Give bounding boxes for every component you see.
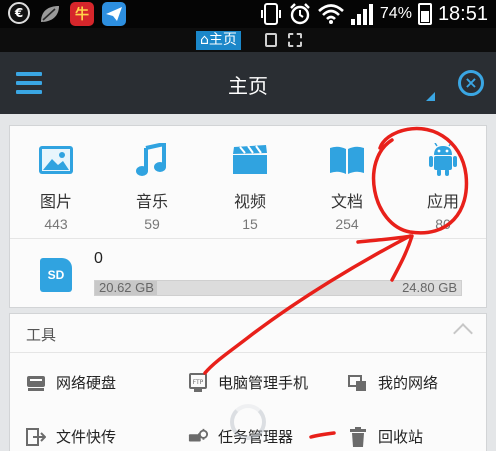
tool-cloud-drive[interactable]: 网络硬盘 bbox=[26, 372, 116, 393]
loading-spinner-icon bbox=[230, 404, 266, 440]
document-icon bbox=[327, 142, 367, 178]
ftp-icon: FTP bbox=[188, 372, 208, 393]
tab-window-icon[interactable] bbox=[288, 33, 302, 47]
chevron-up-icon[interactable] bbox=[453, 323, 473, 343]
category-images[interactable]: 图片 443 bbox=[21, 142, 91, 232]
bull-app-icon: 牛 bbox=[70, 2, 94, 26]
window-tab-strip: ⌂主页 bbox=[0, 28, 496, 52]
category-apps[interactable]: 应用 80 bbox=[408, 142, 478, 232]
tool-my-network[interactable]: 我的网络 bbox=[348, 372, 438, 393]
tools-title: 工具 bbox=[26, 326, 57, 344]
divider bbox=[10, 352, 486, 353]
sd-card-icon: SD bbox=[40, 258, 72, 292]
category-label: 图片 bbox=[39, 192, 72, 211]
library-card: 图片 443 音乐 59 视频 15 文档 254 应用 80 SD 0 20.… bbox=[9, 125, 487, 308]
category-count: 254 bbox=[335, 216, 359, 232]
tool-label: 文件快传 bbox=[56, 428, 117, 446]
page-title: 主页 bbox=[228, 74, 268, 98]
trash-icon bbox=[348, 426, 368, 447]
tool-label: 网络硬盘 bbox=[56, 374, 117, 392]
storage-count: 0 bbox=[94, 250, 103, 267]
category-label: 文档 bbox=[330, 192, 363, 211]
notification-icons: € 牛 bbox=[8, 2, 126, 26]
shield-app-icon: € bbox=[8, 2, 30, 24]
leaf-app-icon bbox=[38, 2, 62, 26]
tool-file-transfer[interactable]: 文件快传 bbox=[26, 426, 116, 447]
vibrate-icon bbox=[260, 3, 281, 25]
storage-total: 24.80 GB bbox=[402, 280, 457, 295]
signal-icon bbox=[350, 4, 373, 25]
category-count: 443 bbox=[44, 216, 68, 232]
category-count: 59 bbox=[144, 216, 160, 232]
task-manager-icon bbox=[188, 427, 208, 447]
tool-recycle-bin[interactable]: 回收站 bbox=[348, 426, 423, 447]
category-label: 音乐 bbox=[135, 192, 168, 211]
paper-plane-app-icon bbox=[102, 2, 126, 26]
wifi-icon bbox=[318, 4, 344, 24]
android-icon bbox=[423, 142, 463, 178]
category-label: 视频 bbox=[233, 192, 266, 211]
battery-percent: 74% bbox=[379, 5, 412, 22]
svg-text:FTP: FTP bbox=[193, 379, 204, 386]
category-documents[interactable]: 文档 254 bbox=[312, 142, 382, 232]
system-status: 74% 18:51 bbox=[260, 0, 488, 28]
cloud-drive-icon bbox=[26, 373, 46, 393]
status-bar: € 牛 74% 18:51 bbox=[0, 0, 496, 28]
image-icon bbox=[36, 142, 76, 178]
transfer-icon bbox=[26, 427, 46, 447]
close-icon[interactable]: × bbox=[458, 70, 484, 96]
clock: 18:51 bbox=[437, 2, 488, 25]
music-icon bbox=[132, 142, 172, 178]
battery-icon bbox=[417, 3, 432, 25]
video-icon bbox=[230, 142, 270, 178]
category-music[interactable]: 音乐 59 bbox=[117, 142, 187, 232]
category-count: 80 bbox=[435, 216, 451, 232]
divider bbox=[10, 238, 486, 239]
tool-pc-manage-phone[interactable]: FTP 电脑管理手机 bbox=[188, 372, 308, 393]
alarm-icon bbox=[290, 3, 310, 25]
tab-phone-icon[interactable] bbox=[265, 33, 277, 47]
app-bar: 主页 × bbox=[0, 52, 496, 114]
tab-home[interactable]: ⌂主页 bbox=[196, 31, 241, 50]
category-video[interactable]: 视频 15 bbox=[215, 142, 285, 232]
tool-label: 电脑管理手机 bbox=[218, 374, 309, 392]
tool-label: 回收站 bbox=[378, 428, 424, 446]
network-icon bbox=[348, 373, 368, 393]
storage-bar[interactable]: 20.62 GB 24.80 GB bbox=[94, 280, 462, 296]
category-count: 15 bbox=[242, 216, 258, 232]
category-label: 应用 bbox=[426, 192, 459, 211]
tool-label: 我的网络 bbox=[378, 374, 439, 392]
storage-free: 20.62 GB bbox=[99, 280, 154, 295]
dropdown-indicator-icon[interactable] bbox=[426, 92, 435, 101]
